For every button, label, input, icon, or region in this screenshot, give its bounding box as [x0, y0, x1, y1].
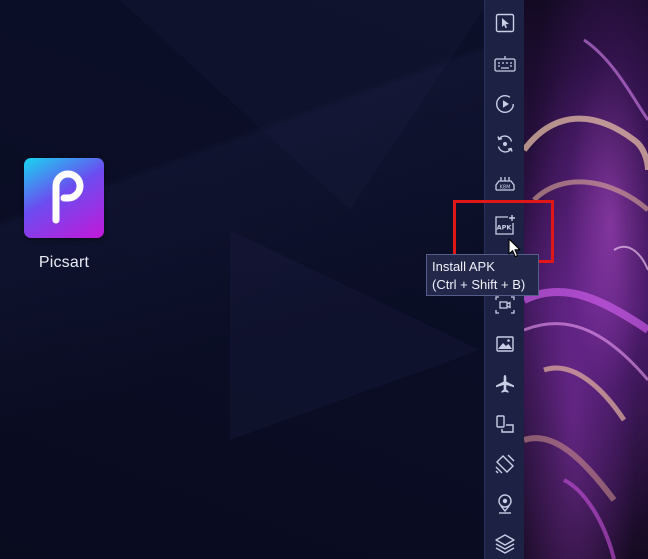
airplane-mode-button[interactable]	[492, 371, 518, 397]
select-tool-button[interactable]	[492, 10, 518, 36]
car-gamepad-icon: K8M	[495, 177, 515, 191]
location-pin-icon	[498, 494, 512, 514]
app-shortcut-picsart[interactable]: Picsart	[16, 158, 112, 272]
app-label: Picsart	[38, 254, 90, 271]
play-circle-icon	[495, 94, 515, 114]
wallpaper-art	[524, 38, 648, 559]
tooltip-shortcut: (Ctrl + Shift + B)	[432, 277, 526, 292]
keyboard-icon	[494, 56, 516, 72]
media-folder-button[interactable]	[492, 331, 518, 357]
install-apk-tooltip: Install APK (Ctrl + Shift + B)	[426, 254, 539, 296]
image-folder-icon	[496, 336, 514, 352]
apk-install-icon: APK	[495, 215, 515, 235]
shake-button[interactable]	[492, 451, 518, 477]
multi-window-icon	[496, 415, 514, 433]
rotate-icon	[497, 135, 513, 153]
picsart-p-icon	[24, 158, 104, 238]
svg-text:APK: APK	[497, 224, 513, 232]
multi-instance-button[interactable]	[492, 411, 518, 437]
install-apk-button[interactable]: APK	[492, 212, 518, 238]
macro-recorder-button[interactable]	[492, 91, 518, 117]
svg-text:K8M: K8M	[500, 185, 511, 191]
airplane-icon	[496, 375, 514, 393]
background-facet	[120, 0, 490, 210]
layers-icon	[495, 534, 515, 554]
tooltip-title: Install APK	[432, 259, 495, 274]
screen-record-icon	[495, 296, 515, 314]
rotate-screen-button[interactable]	[492, 131, 518, 157]
performance-mode-button[interactable]: K8M	[492, 171, 518, 197]
layers-button[interactable]	[492, 531, 518, 557]
shake-icon	[495, 454, 515, 474]
location-button[interactable]	[492, 491, 518, 517]
keyboard-controls-button[interactable]	[492, 51, 518, 77]
game-wallpaper	[524, 0, 648, 559]
cursor-arrow-icon	[495, 13, 515, 33]
desktop-background: Picsart	[0, 0, 490, 559]
